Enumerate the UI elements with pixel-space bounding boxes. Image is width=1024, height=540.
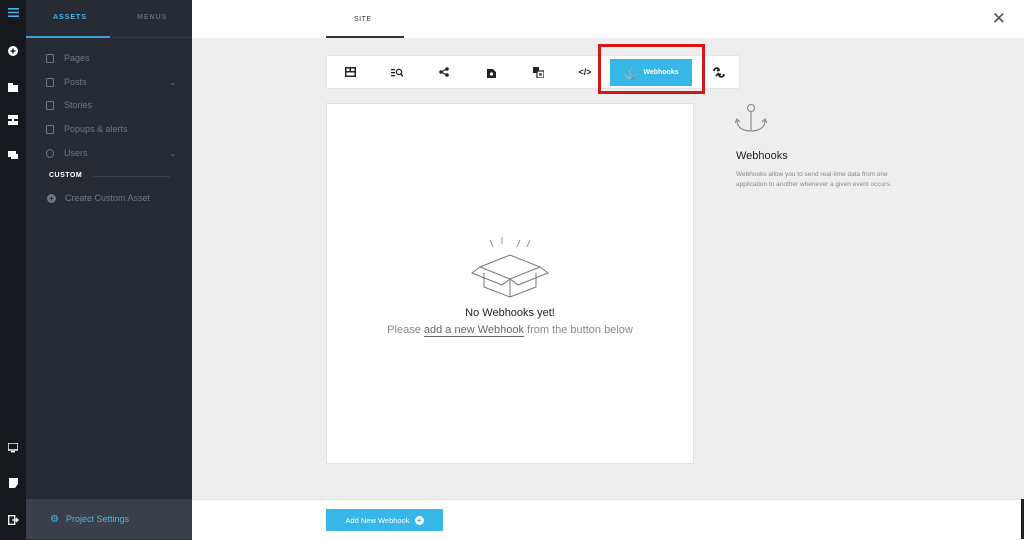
highlight-box: [598, 44, 705, 94]
create-custom-asset-label: Create Custom Asset: [65, 193, 151, 203]
header: SITE ✕: [192, 0, 1024, 38]
menu-icon[interactable]: [0, 2, 26, 22]
folder-icon[interactable]: [0, 77, 26, 97]
icon-rail: [0, 0, 26, 540]
add-webhook-link[interactable]: add a new Webhook: [423, 324, 524, 337]
info-title: Webhooks: [736, 150, 788, 162]
active-tab-indicator: [326, 36, 404, 38]
layout-icon[interactable]: [335, 56, 365, 88]
comments-icon[interactable]: [0, 145, 26, 165]
sidebar-item-label: Stories: [64, 100, 93, 110]
project-settings-label: Project Settings: [65, 514, 129, 524]
tab-menus[interactable]: MENUS: [137, 14, 167, 21]
empty-state-title: No Webhooks yet!: [465, 307, 555, 319]
notes-icon[interactable]: [0, 473, 26, 493]
sidebar-item-stories[interactable]: Stories: [46, 97, 176, 113]
tab-site[interactable]: SITE: [354, 16, 372, 23]
page-icon: [46, 77, 54, 87]
chevron-down-icon[interactable]: ⌄: [169, 78, 176, 87]
webhook-icon: [735, 103, 767, 132]
seo-icon[interactable]: [382, 56, 412, 88]
empty-box-icon: [470, 237, 550, 298]
translate-icon[interactable]: [523, 56, 553, 88]
tab-assets[interactable]: ASSETS: [53, 14, 87, 21]
sidebar-tabs: ASSETS MENUS: [26, 0, 192, 38]
section-divider: [93, 176, 170, 177]
logout-icon[interactable]: [0, 510, 26, 530]
empty-message-suffix: from the button below: [523, 324, 633, 336]
image-settings-icon[interactable]: [476, 56, 506, 88]
sidebar-item-posts[interactable]: Posts ⌄: [46, 74, 176, 90]
active-tab-indicator: [26, 36, 110, 38]
section-label-custom: CUSTOM: [49, 172, 83, 179]
sidebar-item-label: Posts: [64, 77, 87, 87]
add-new-webhook-button[interactable]: Add New Webhook +: [326, 509, 443, 531]
components-icon[interactable]: [0, 110, 26, 130]
gear-icon: ⚙: [50, 513, 59, 525]
sidebar: ASSETS MENUS Pages Posts ⌄ Stories Popup…: [26, 0, 192, 540]
page-icon: [46, 124, 54, 134]
code-icon[interactable]: </>: [570, 56, 600, 88]
sidebar-item-label: Pages: [64, 53, 90, 63]
empty-state-message: Please add a new Webhook from the button…: [327, 324, 693, 337]
sidebar-item-users[interactable]: Users ⌄: [46, 145, 176, 161]
plus-icon: +: [47, 193, 56, 203]
page-icon: [46, 53, 54, 63]
add-icon[interactable]: [0, 41, 26, 61]
plus-icon: +: [414, 515, 424, 525]
add-new-webhook-label: Add New Webhook: [345, 515, 410, 525]
footer-bar: Add New Webhook +: [192, 499, 1024, 540]
close-icon[interactable]: ✕: [992, 10, 1006, 27]
webhooks-list-panel: No Webhooks yet! Please add a new Webhoo…: [326, 103, 694, 464]
sidebar-item-popups[interactable]: Popups & alerts: [46, 121, 176, 137]
info-description: Webhooks allow you to send real-time dat…: [736, 171, 892, 188]
page-icon: [46, 100, 54, 110]
desktop-icon[interactable]: [0, 438, 26, 458]
chevron-down-icon[interactable]: ⌄: [169, 149, 176, 158]
sidebar-item-label: Users: [64, 148, 88, 158]
empty-message-prefix: Please: [387, 324, 424, 336]
integrations-icon[interactable]: [704, 56, 734, 88]
project-settings-button[interactable]: ⚙ Project Settings: [26, 499, 192, 539]
create-custom-asset-button[interactable]: + Create Custom Asset: [47, 193, 150, 203]
share-icon[interactable]: [429, 56, 459, 88]
sidebar-item-pages[interactable]: Pages: [46, 50, 176, 66]
user-icon: [46, 148, 54, 158]
sidebar-item-label: Popups & alerts: [64, 124, 128, 134]
